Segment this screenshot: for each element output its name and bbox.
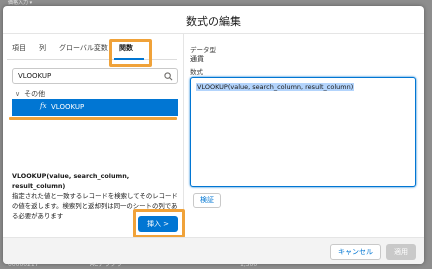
- tab-fields[interactable]: 項目: [12, 43, 26, 53]
- function-icon: fx: [40, 102, 47, 110]
- modal-footer: キャンセル 適用: [3, 237, 424, 264]
- search-input-value: VLOOKUP: [18, 72, 52, 80]
- data-type-label: データ型: [190, 46, 216, 54]
- data-type-value: 通貨: [190, 55, 204, 63]
- tab-columns[interactable]: 列: [39, 43, 46, 53]
- formula-label: 数式: [190, 68, 203, 76]
- verify-button[interactable]: 検証: [193, 193, 221, 208]
- tree-item-highlight: [9, 117, 177, 120]
- function-search-input[interactable]: VLOOKUP: [12, 68, 178, 84]
- tree-item-label: VLOOKUP: [51, 103, 85, 111]
- tree-item-vlookup[interactable]: fx VLOOKUP: [12, 99, 178, 116]
- tree-group-label: その他: [24, 90, 46, 98]
- search-icon: [164, 72, 173, 81]
- chevron-down-icon: ∨: [15, 90, 21, 98]
- tab-global-variables[interactable]: グローバル変数: [59, 43, 111, 53]
- apply-button[interactable]: 適用: [386, 244, 416, 260]
- modal-title: 数式の編集: [186, 15, 241, 28]
- function-signature: VLOOKUP(value, search_column, result_col…: [12, 172, 130, 190]
- cancel-button[interactable]: キャンセル: [330, 244, 381, 260]
- tab-functions-highlight: [109, 39, 152, 67]
- formula-text: VLOOKUP(value, search_column, result_col…: [196, 83, 355, 91]
- modal-header: 数式の編集: [3, 6, 424, 34]
- tree-group-other[interactable]: ∨ その他: [15, 89, 45, 99]
- formula-textarea[interactable]: VLOOKUP(value, search_column, result_col…: [190, 77, 416, 187]
- formula-editor-modal: 数式の編集 項目 列 グローバル変数 関数 VLOOKUP ∨ その他 fx VL…: [3, 6, 424, 264]
- insert-button-highlight: [133, 209, 185, 238]
